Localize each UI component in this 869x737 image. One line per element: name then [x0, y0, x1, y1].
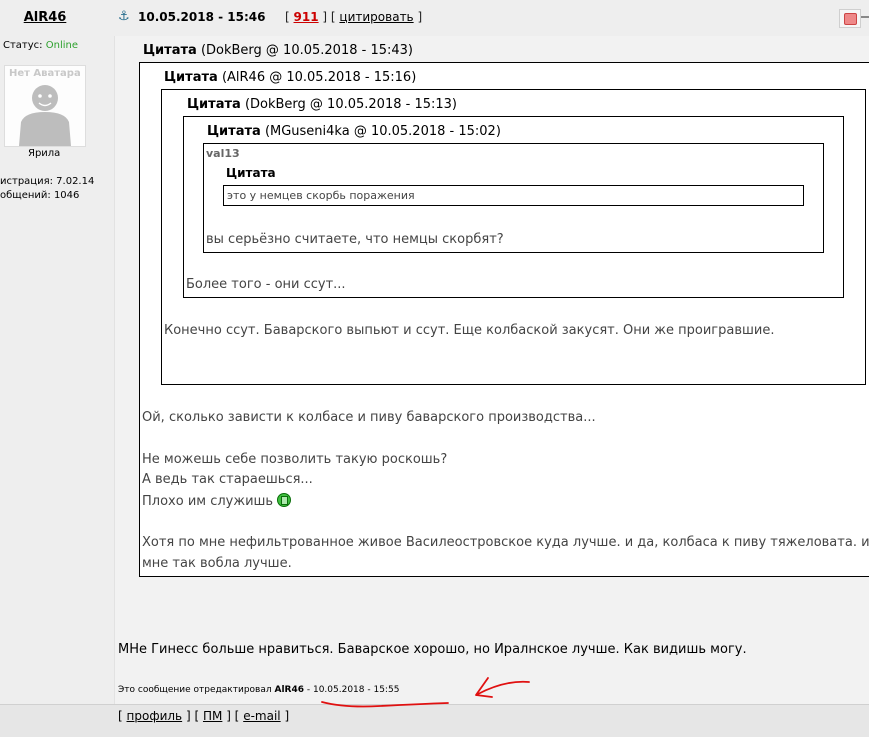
quote-header: Цитата (DokBerg @ 10.05.2018 - 15:43): [143, 43, 413, 58]
edited-author: AlR46: [274, 685, 304, 695]
post-date: 10.05.2018 - 15:46: [138, 10, 266, 24]
anchor-icon[interactable]: ⚓: [118, 9, 132, 25]
smiley-icon: [277, 493, 292, 507]
status-value: Online: [45, 40, 78, 51]
status-label: Статус:: [3, 40, 43, 51]
quote-label: Цитата: [164, 70, 218, 85]
post-actions: [ 911 ] [ цитировать ]: [285, 10, 422, 24]
post-text: МНе Гинесс больше нравиться. Баварское х…: [118, 642, 747, 657]
quote-label: Цитата: [226, 166, 276, 180]
quote-text: Не можешь себе позволить такую роскошь?: [142, 452, 448, 467]
edited-note: Это сообщение отредактировал AlR46 - 10.…: [118, 685, 399, 695]
quote-text: Конечно ссут. Баварского выпьют и ссут. …: [164, 323, 775, 338]
quote-meta: (MGuseni4ka @ 10.05.2018 - 15:02): [264, 124, 501, 139]
quote-label: Цитата: [187, 97, 241, 112]
quote-label: Цитата: [207, 124, 261, 139]
quote-link[interactable]: цитировать: [339, 10, 413, 24]
quote-author: val13: [206, 147, 240, 160]
quote-meta: (DokBerg @ 10.05.2018 - 15:43): [200, 43, 413, 58]
bracket: [: [118, 709, 123, 723]
quote-meta: (DokBerg @ 10.05.2018 - 15:13): [244, 97, 457, 112]
quote-header: Цитата (DokBerg @ 10.05.2018 - 15:13): [187, 97, 457, 112]
report-button-edge: [861, 16, 869, 18]
email-link[interactable]: e-mail: [243, 709, 280, 723]
author-name-link[interactable]: AlR46: [0, 10, 90, 25]
quote-header: Цитата (MGuseni4ka @ 10.05.2018 - 15:02): [207, 124, 501, 139]
quote-header: Цитата (AlR46 @ 10.05.2018 - 15:16): [164, 70, 416, 85]
pm-link[interactable]: ПМ: [203, 709, 222, 723]
edited-label: Это сообщение отредактировал: [118, 685, 272, 695]
quote-text: мне так вобла лучше.: [142, 556, 292, 571]
bracket: ] [: [322, 10, 336, 24]
message-count: общений: 1046: [0, 190, 80, 201]
quote-text: это у немцев скорбь поражения: [227, 189, 415, 202]
user-status: Статус: Online: [3, 40, 78, 51]
avatar: Нет Аватара: [4, 65, 86, 147]
user-rank: Ярила: [28, 148, 61, 159]
quote-box: это у немцев скорбь поражения: [223, 185, 804, 206]
quote-text: Хотя по мне нефильтрованное живое Василе…: [142, 535, 869, 550]
quote-text: Плохо им служишь: [142, 494, 274, 509]
registration-date: истрация: 7.02.14: [0, 176, 95, 187]
quote-text-line: Плохо им служишь: [142, 493, 292, 509]
post-footer-links: [ профиль ] [ ПМ ] [ e-mail ]: [118, 709, 289, 723]
quote-meta: (AlR46 @ 10.05.2018 - 15:16): [221, 70, 417, 85]
profile-link[interactable]: профиль: [127, 709, 183, 723]
report-icon: [844, 13, 857, 25]
bracket: ]: [284, 709, 290, 723]
quote-text: А ведь так стараешься...: [142, 472, 313, 487]
quote-text: Более того - они ссут...: [186, 277, 346, 292]
bracket: [: [285, 10, 290, 24]
avatar-silhouette-icon: [19, 85, 71, 146]
post-number-link[interactable]: 911: [294, 10, 319, 24]
quote-text: Ой, сколько зависти к колбасе и пиву бав…: [142, 410, 596, 425]
edited-date: - 10.05.2018 - 15:55: [306, 685, 400, 695]
quote-text: вы серьёзно считаете, что немцы скорбят?: [206, 232, 504, 247]
quote-label: Цитата: [143, 43, 197, 58]
bracket: ]: [417, 10, 423, 24]
report-button[interactable]: [839, 9, 861, 28]
bracket: ] [: [226, 709, 240, 723]
bracket: ] [: [185, 709, 200, 723]
